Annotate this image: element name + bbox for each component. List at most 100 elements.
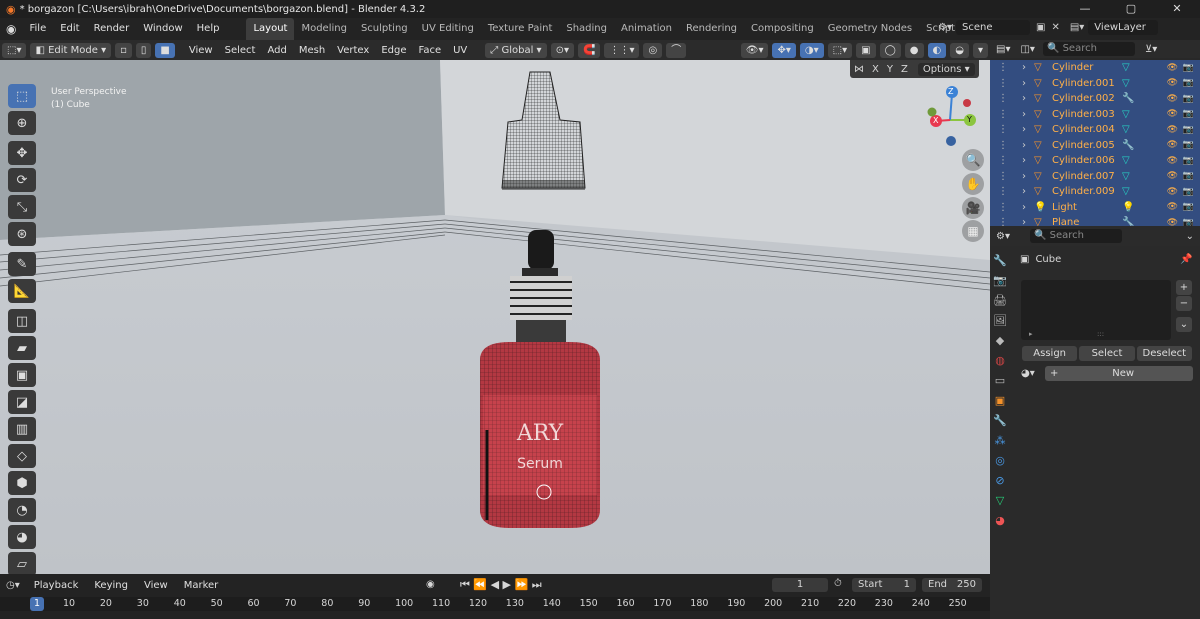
- camera-icon[interactable]: 🎥: [962, 197, 984, 219]
- axis-z[interactable]: Z: [901, 64, 908, 75]
- assign-button[interactable]: Assign: [1022, 346, 1078, 361]
- face-select-icon[interactable]: ■: [155, 42, 175, 58]
- menu-window[interactable]: Window: [136, 18, 189, 40]
- end-field[interactable]: End 250: [922, 578, 982, 592]
- gizmo-z-label[interactable]: Z: [948, 87, 953, 96]
- expand-arrow-icon[interactable]: ›: [1022, 155, 1034, 166]
- minimize-button[interactable]: —: [1062, 0, 1108, 18]
- outliner-row[interactable]: ⋮ › ▽ Cylinder.007 ▽ 👁 📷: [990, 168, 1200, 184]
- remove-slot-icon[interactable]: −: [1176, 296, 1192, 311]
- tool-tab-icon[interactable]: 🔧: [990, 250, 1010, 270]
- eye-icon[interactable]: 👁: [1167, 187, 1178, 197]
- eye-icon[interactable]: 👁: [1167, 109, 1178, 119]
- menu-add[interactable]: Add: [261, 45, 292, 56]
- axis-y[interactable]: Y: [887, 64, 893, 75]
- snap-icon[interactable]: 🧲: [577, 42, 601, 58]
- tab-modeling[interactable]: Modeling: [294, 18, 354, 40]
- eye-icon[interactable]: 👁: [1167, 63, 1178, 73]
- inset-tool-icon[interactable]: ▣: [8, 363, 36, 387]
- tab-compositing[interactable]: Compositing: [744, 18, 821, 40]
- timeline-menu-marker[interactable]: Marker: [178, 580, 225, 591]
- options-button[interactable]: Options ▾: [917, 62, 975, 76]
- render-camera-icon[interactable]: 📷: [1183, 94, 1194, 104]
- menu-render[interactable]: Render: [87, 18, 137, 40]
- tab-uv-editing[interactable]: UV Editing: [415, 18, 481, 40]
- menu-vertex[interactable]: Vertex: [331, 45, 375, 56]
- world-tab-icon[interactable]: ◍: [990, 350, 1010, 370]
- shear-tool-icon[interactable]: ▱: [8, 552, 36, 576]
- spin-tool-icon[interactable]: ◔: [8, 498, 36, 522]
- select-button[interactable]: Select: [1079, 346, 1135, 361]
- outliner-row[interactable]: ⋮ › ▽ Cylinder.006 ▽ 👁 📷: [990, 153, 1200, 169]
- outliner-row[interactable]: ⋮ › ▽ Cylinder.005 🔧 👁 📷: [990, 137, 1200, 153]
- wireframe-shading-icon[interactable]: ◯: [879, 42, 901, 58]
- outliner-editor-icon[interactable]: ▤▾: [996, 44, 1010, 55]
- tab-texture-paint[interactable]: Texture Paint: [481, 18, 560, 40]
- pin-icon[interactable]: 📌: [1180, 254, 1192, 265]
- render-camera-icon[interactable]: 📷: [1183, 78, 1194, 88]
- expand-arrow-icon[interactable]: ›: [1022, 78, 1034, 89]
- tab-rendering[interactable]: Rendering: [679, 18, 744, 40]
- add-cube-tool-icon[interactable]: ◫: [8, 309, 36, 333]
- properties-search-field[interactable]: 🔍 Search: [1029, 229, 1122, 243]
- data-tab-icon[interactable]: ▽: [990, 490, 1010, 510]
- solid-shading-icon[interactable]: ●: [904, 42, 924, 58]
- expand-arrow-icon[interactable]: ›: [1022, 93, 1034, 104]
- material-slot-list[interactable]: ▸ :::: [1021, 280, 1171, 340]
- vertex-select-icon[interactable]: ▫: [115, 42, 132, 58]
- outliner-row[interactable]: ⋮ › ▽ Cylinder.004 ▽ 👁 📷: [990, 122, 1200, 138]
- move-tool-icon[interactable]: ✥: [8, 141, 36, 165]
- tab-sculpting[interactable]: Sculpting: [354, 18, 415, 40]
- axis-x[interactable]: X: [872, 64, 879, 75]
- outliner-row[interactable]: ⋮ › ▽ Cylinder.009 ▽ 👁 📷: [990, 184, 1200, 200]
- annotate-tool-icon[interactable]: ✎: [8, 252, 36, 276]
- poly-build-tool-icon[interactable]: ⬢: [8, 471, 36, 495]
- eye-icon[interactable]: 👁: [1167, 140, 1178, 150]
- render-tab-icon[interactable]: 📷: [990, 270, 1010, 290]
- eye-icon[interactable]: 👁: [1167, 125, 1178, 135]
- start-field[interactable]: Start 1: [852, 578, 916, 592]
- maximize-button[interactable]: ▢: [1108, 0, 1154, 18]
- render-camera-icon[interactable]: 📷: [1183, 171, 1194, 181]
- view-layer-tab-icon[interactable]: 🖼: [990, 310, 1010, 330]
- gizmo-toggle-icon[interactable]: ✥▾: [772, 42, 796, 58]
- viewlayer-icon[interactable]: ▤▾: [1070, 22, 1084, 33]
- current-frame-field[interactable]: 1: [772, 578, 828, 592]
- snap-target-icon[interactable]: ⋮⋮▾: [604, 42, 640, 58]
- clock-icon[interactable]: ⏱: [834, 578, 842, 589]
- mode-selector[interactable]: ◧ Edit Mode ▾: [30, 42, 112, 58]
- menu-mesh[interactable]: Mesh: [293, 45, 331, 56]
- render-camera-icon[interactable]: 📷: [1183, 63, 1194, 73]
- render-camera-icon[interactable]: 📷: [1183, 140, 1194, 150]
- gizmo-y-label[interactable]: Y: [967, 115, 972, 124]
- menu-select[interactable]: Select: [219, 45, 262, 56]
- eye-icon[interactable]: 👁: [1167, 171, 1178, 181]
- perspective-grid-icon[interactable]: ▦: [962, 220, 984, 242]
- bevel-tool-icon[interactable]: ◪: [8, 390, 36, 414]
- menu-uv[interactable]: UV: [447, 45, 473, 56]
- editor-type-icon[interactable]: ⬚▾: [2, 42, 27, 58]
- deselect-button[interactable]: Deselect: [1136, 346, 1192, 361]
- expand-icon[interactable]: ▸: [1029, 330, 1033, 338]
- outliner-row[interactable]: ⋮ › ▽ Cylinder.003 ▽ 👁 📷: [990, 106, 1200, 122]
- zoom-icon[interactable]: 🔍: [962, 149, 984, 171]
- timeline-menu-playback[interactable]: Playback: [28, 580, 85, 591]
- frame-ruler[interactable]: 1 10 20 30 40 50 60 70 80 90 100 110 120 130 140 150 160…: [0, 597, 990, 611]
- eye-icon[interactable]: 👁: [1167, 202, 1178, 212]
- scale-tool-icon[interactable]: ⤡: [8, 195, 36, 219]
- eye-icon[interactable]: 👁: [1167, 94, 1178, 104]
- mesh-overlay-icon[interactable]: ⬚▾: [827, 42, 853, 58]
- tab-animation[interactable]: Animation: [614, 18, 679, 40]
- jump-start-icon[interactable]: ⏮ ⏪ ◀ ▶ ⏩ ⏭: [460, 578, 542, 592]
- object-tab-icon[interactable]: ▣: [990, 390, 1010, 410]
- pivot-icon[interactable]: ⊙▾: [550, 42, 574, 58]
- gizmo-x-label[interactable]: X: [933, 116, 938, 125]
- falloff-icon[interactable]: ⌒: [666, 42, 687, 58]
- close-button[interactable]: ✕: [1154, 0, 1200, 18]
- transform-orientation[interactable]: ⤢ Global ▾: [485, 42, 547, 58]
- render-camera-icon[interactable]: 📷: [1183, 187, 1194, 197]
- rendered-shading-icon[interactable]: ◒: [950, 42, 969, 58]
- outliner-search-field[interactable]: 🔍 Search: [1042, 42, 1135, 56]
- expand-arrow-icon[interactable]: ›: [1022, 109, 1034, 120]
- new-material-button[interactable]: + New: [1045, 366, 1193, 381]
